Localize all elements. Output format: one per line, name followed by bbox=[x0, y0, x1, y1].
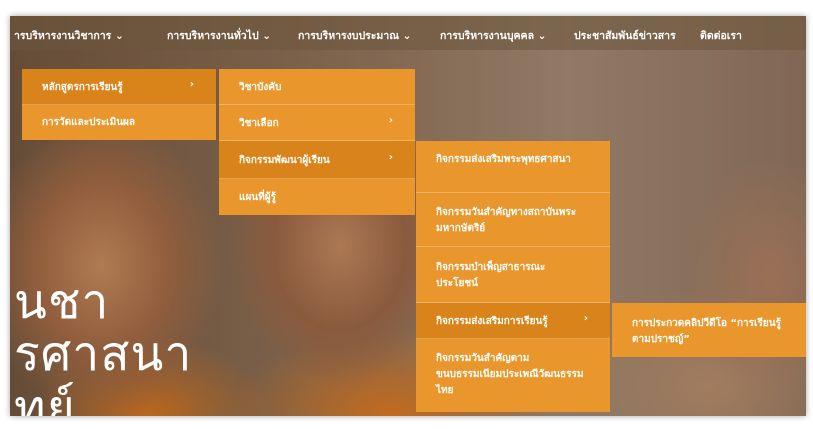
menu-item-learning-promotion[interactable]: กิจกรรมส่งเสริมการเรียนรู้ › bbox=[416, 303, 610, 339]
nav-budget-admin[interactable]: การบริหารงบประมาณ ⌄ bbox=[298, 27, 411, 44]
chevron-right-icon: › bbox=[189, 79, 194, 90]
menu-item-student-activities[interactable]: กิจกรรมพัฒนาผู้เรียน › bbox=[219, 141, 415, 179]
dropdown-student-activities: กิจกรรมส่งเสริมพระพุทธศาสนา กิจกรรมวันสำ… bbox=[416, 141, 610, 412]
chevron-right-icon: › bbox=[583, 313, 588, 324]
menu-item-monarchy-days[interactable]: กิจกรรมวันสำคัญทางสถาบันพระมหากษัตริย์ bbox=[416, 193, 610, 247]
menu-item-elective-subjects[interactable]: วิชาเลือก › bbox=[219, 105, 415, 141]
menu-item-knowledge-map[interactable]: แผนที่ผู้รู้ bbox=[219, 179, 415, 215]
nav-general-admin[interactable]: การบริหารงานทั่วไป ⌄ bbox=[167, 27, 271, 44]
dropdown-learning-promotion: การประกวดคลิปวีดีโอ “การเรียนรู้ตามปราชญ… bbox=[612, 303, 806, 357]
dropdown-curriculum: วิชาบังคับ วิชาเลือก › กิจกรรมพัฒนาผู้เร… bbox=[219, 69, 415, 215]
dropdown-academic: หลักสูตรการเรียนรู้ › การวัดและประเมินผล bbox=[22, 69, 216, 140]
nav-contact[interactable]: ติดต่อเรา bbox=[700, 27, 742, 44]
nav-academic-admin[interactable]: ารบริหารงานวิชาการ ⌄ bbox=[14, 27, 124, 44]
menu-item-curriculum[interactable]: หลักสูตรการเรียนรู้ › bbox=[22, 69, 216, 105]
hero-title-line3: ทย์ bbox=[14, 380, 76, 416]
chevron-right-icon: › bbox=[388, 115, 393, 126]
menu-item-thai-tradition-days[interactable]: กิจกรรมวันสำคัญตามขนบธรรมเนียมประเพณีวัฒ… bbox=[416, 339, 610, 412]
menu-item-buddhism-promotion[interactable]: กิจกรรมส่งเสริมพระพุทธศาสนา bbox=[416, 141, 610, 193]
menu-item-required-subjects[interactable]: วิชาบังคับ bbox=[219, 69, 415, 105]
main-navigation: ารบริหารงานวิชาการ ⌄ การบริหารงานทั่วไป … bbox=[10, 16, 806, 50]
menu-item-public-service[interactable]: กิจกรรมบำเพ็ญสาธารณะประโยชน์ bbox=[416, 247, 610, 303]
nav-public-relations[interactable]: ประชาสัมพันธ์ข่าวสาร bbox=[574, 27, 676, 44]
menu-item-video-contest[interactable]: การประกวดคลิปวีดีโอ “การเรียนรู้ตามปราชญ… bbox=[612, 303, 806, 357]
menu-item-assessment[interactable]: การวัดและประเมินผล bbox=[22, 105, 216, 140]
nav-personnel-admin[interactable]: การบริหารงานบุคคล ⌄ bbox=[440, 27, 546, 44]
website-screenshot: นชา รศาสนา ทย์ ารบริหารงานวิชาการ ⌄ การบ… bbox=[10, 16, 806, 416]
chevron-right-icon: › bbox=[388, 152, 393, 163]
